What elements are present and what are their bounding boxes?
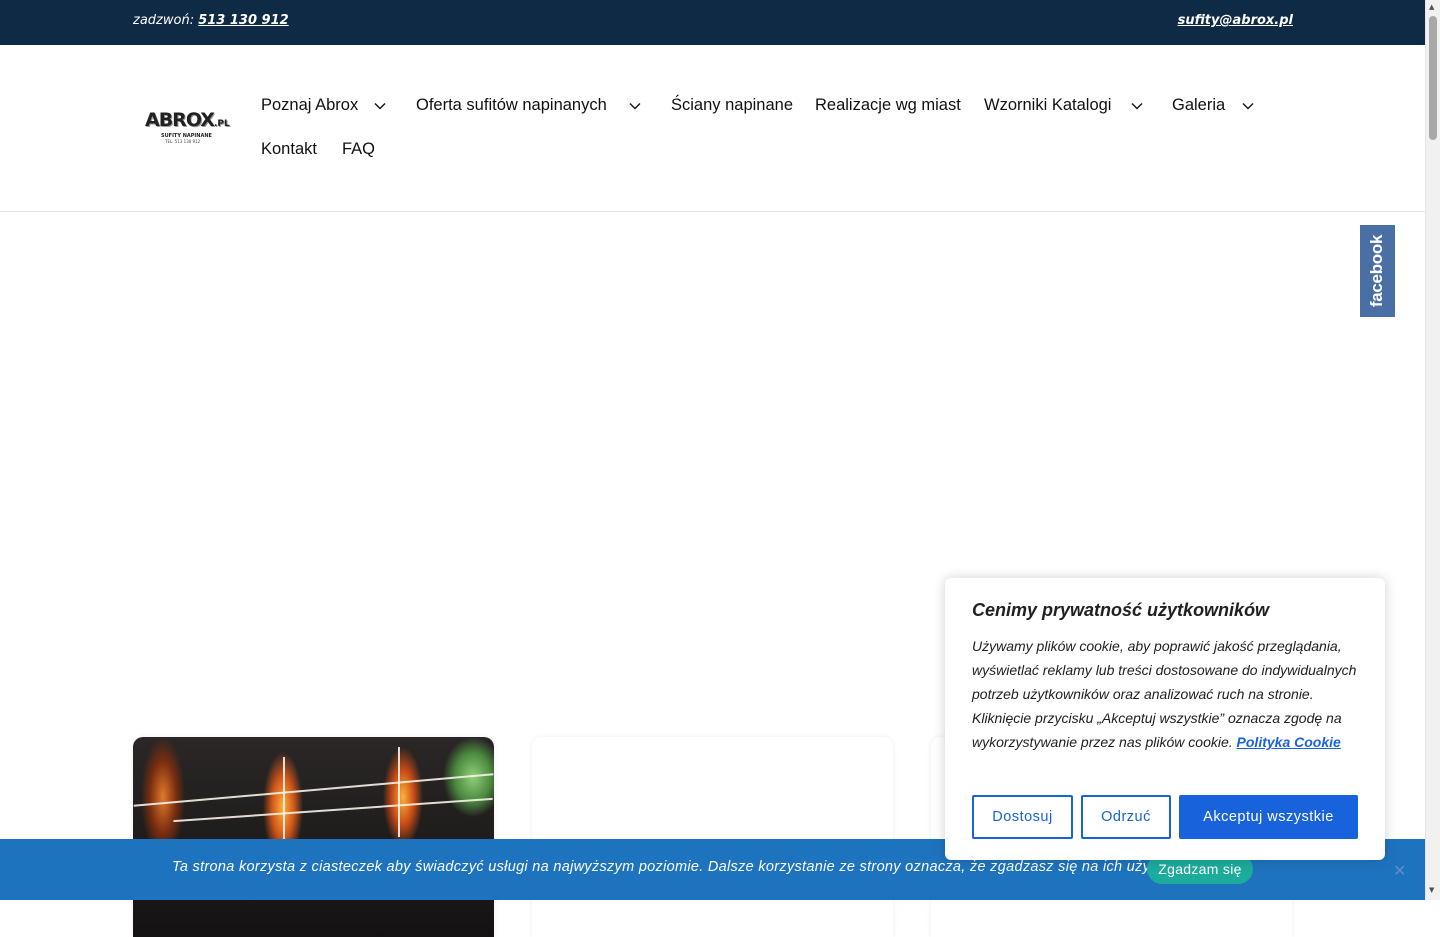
nav-item-galeria[interactable]: Galeria [1172, 96, 1225, 115]
chevron-down-icon[interactable] [1242, 102, 1254, 110]
page-scrollbar[interactable]: ▲ ▼ [1425, 0, 1440, 900]
nav-item-sciany[interactable]: Ściany napinane [671, 96, 793, 115]
nav-item-kontakt[interactable]: Kontakt [261, 140, 317, 159]
nav-item-label: Ściany napinane [671, 96, 794, 114]
notice-text: Ta strona korzysta z ciasteczek aby świa… [172, 859, 1174, 875]
phone-info: zadzwoń: 513 130 912 [133, 13, 289, 28]
consent-title: Cenimy prywatność użytkowników [972, 600, 1270, 620]
top-contact-bar: zadzwoń: 513 130 912 sufity@abrox.pl [0, 0, 1425, 45]
cookie-consent-dialog: Cenimy prywatność użytkowników Używamy p… [945, 578, 1385, 860]
nav-item-label: Kontakt [261, 140, 317, 158]
nav-item-label: Oferta sufitów napinanych [416, 96, 607, 114]
scroll-down-icon[interactable]: ▼ [1429, 886, 1434, 894]
nav-item-wzorniki[interactable]: Wzorniki Katalogi [984, 96, 1111, 115]
nav-item-faq[interactable]: FAQ [342, 140, 375, 159]
nav-item-poznaj-abrox[interactable]: Poznaj Abrox [261, 96, 358, 115]
facebook-tab[interactable]: facebook [1360, 225, 1395, 317]
card-realization-2[interactable] [532, 737, 893, 937]
ceiling-light-line [398, 747, 400, 837]
phone-link[interactable]: 513 130 912 [198, 13, 288, 28]
chevron-down-icon[interactable] [374, 102, 386, 110]
nav-item-label: FAQ [342, 140, 376, 158]
cookie-policy-link[interactable]: Polityka Cookie [1237, 734, 1341, 750]
scroll-up-icon[interactable]: ▲ [1429, 3, 1434, 11]
phone-prefix: zadzwoń: [133, 13, 195, 28]
card-image [133, 737, 494, 937]
consent-body: Używamy plików cookie, aby poprawić jako… [972, 634, 1364, 754]
ceiling-light-line [283, 757, 285, 847]
scrollbar-thumb[interactable] [1429, 16, 1437, 140]
chevron-down-icon[interactable] [629, 102, 641, 110]
site-logo[interactable]: ABROX.PL SUFITY NAPINANE TEL. 513 130 91… [145, 109, 230, 145]
nav-item-label: Wzorniki Katalogi [984, 96, 1112, 114]
nav-item-label: Realizacje wg miast [815, 96, 961, 114]
nav-item-realizacje[interactable]: Realizacje wg miast [815, 96, 961, 115]
chevron-down-icon[interactable] [1131, 102, 1143, 110]
close-icon[interactable]: ✕ [1393, 861, 1406, 880]
logo-tel: TEL. 513 130 912 [165, 139, 201, 144]
email-link[interactable]: sufity@abrox.pl [1178, 13, 1293, 28]
card-realization-1[interactable] [133, 737, 494, 937]
accept-all-button[interactable]: Akceptuj wszystkie [1179, 795, 1358, 839]
customize-button[interactable]: Dostosuj [972, 795, 1073, 839]
site-header: ABROX.PL SUFITY NAPINANE TEL. 513 130 91… [0, 45, 1425, 212]
nav-item-label: Galeria [1172, 96, 1226, 114]
nav-item-label: Poznaj Abrox [261, 96, 359, 114]
reject-button[interactable]: Odrzuć [1081, 795, 1171, 839]
logo-brand: ABROX.PL [145, 109, 230, 131]
nav-item-oferta[interactable]: Oferta sufitów napinanych [416, 96, 607, 115]
facebook-tab-label: facebook [1367, 234, 1387, 308]
